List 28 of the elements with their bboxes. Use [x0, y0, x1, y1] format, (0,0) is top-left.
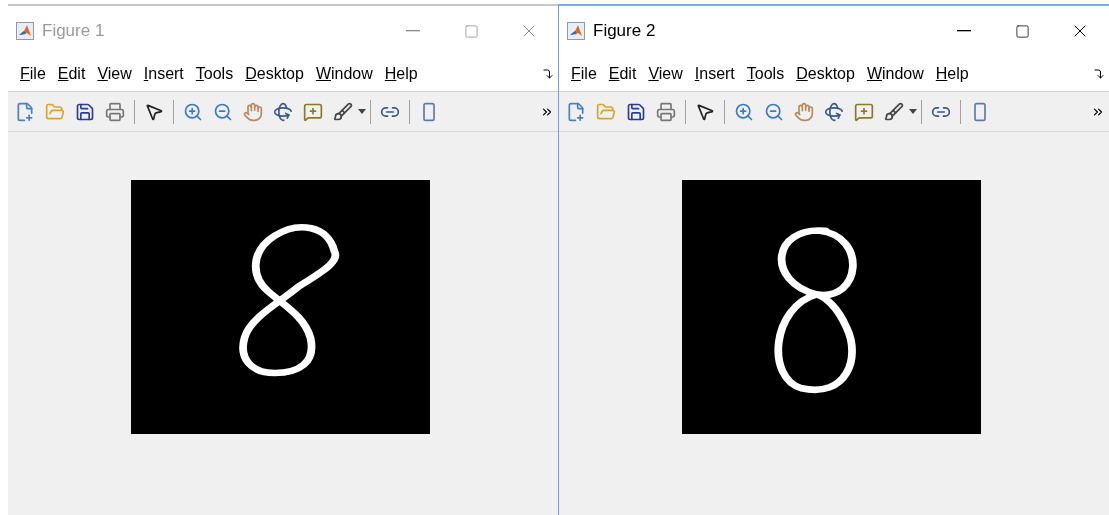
menu-item[interactable]: Help [929, 61, 975, 86]
window-title: Figure 1 [42, 20, 105, 43]
caret-icon[interactable] [909, 109, 917, 114]
menu-item[interactable]: Tools [189, 61, 240, 86]
menu-item[interactable]: Desktop [239, 61, 310, 86]
menu-item[interactable]: Window [860, 61, 930, 86]
menu-item[interactable]: View [91, 61, 138, 86]
menu-item[interactable]: Edit [602, 61, 643, 86]
menu-item[interactable]: View [642, 61, 689, 86]
menu-item[interactable]: File [14, 61, 52, 86]
caret-icon[interactable] [358, 109, 366, 114]
menu-item[interactable]: Tools [740, 61, 791, 86]
maximize-icon [463, 23, 479, 39]
menu-item[interactable]: Desktop [790, 61, 861, 86]
menu-item[interactable]: File [565, 61, 603, 86]
menu-item[interactable]: Insert [688, 61, 741, 86]
minimize-icon [406, 30, 420, 32]
menu-item[interactable]: Help [378, 61, 424, 86]
app-logo-icon [567, 22, 585, 40]
app-logo-icon [16, 22, 34, 40]
window-title: Figure 2 [593, 20, 656, 43]
menu-item[interactable]: Window [309, 61, 379, 86]
menu-item[interactable]: Edit [51, 61, 92, 86]
menu-item[interactable]: Insert [137, 61, 190, 86]
menu-overflow-icon[interactable] [542, 67, 554, 80]
menu-overflow-icon[interactable] [1093, 67, 1105, 80]
minimize-icon [957, 30, 971, 32]
maximize-icon [1014, 23, 1030, 39]
